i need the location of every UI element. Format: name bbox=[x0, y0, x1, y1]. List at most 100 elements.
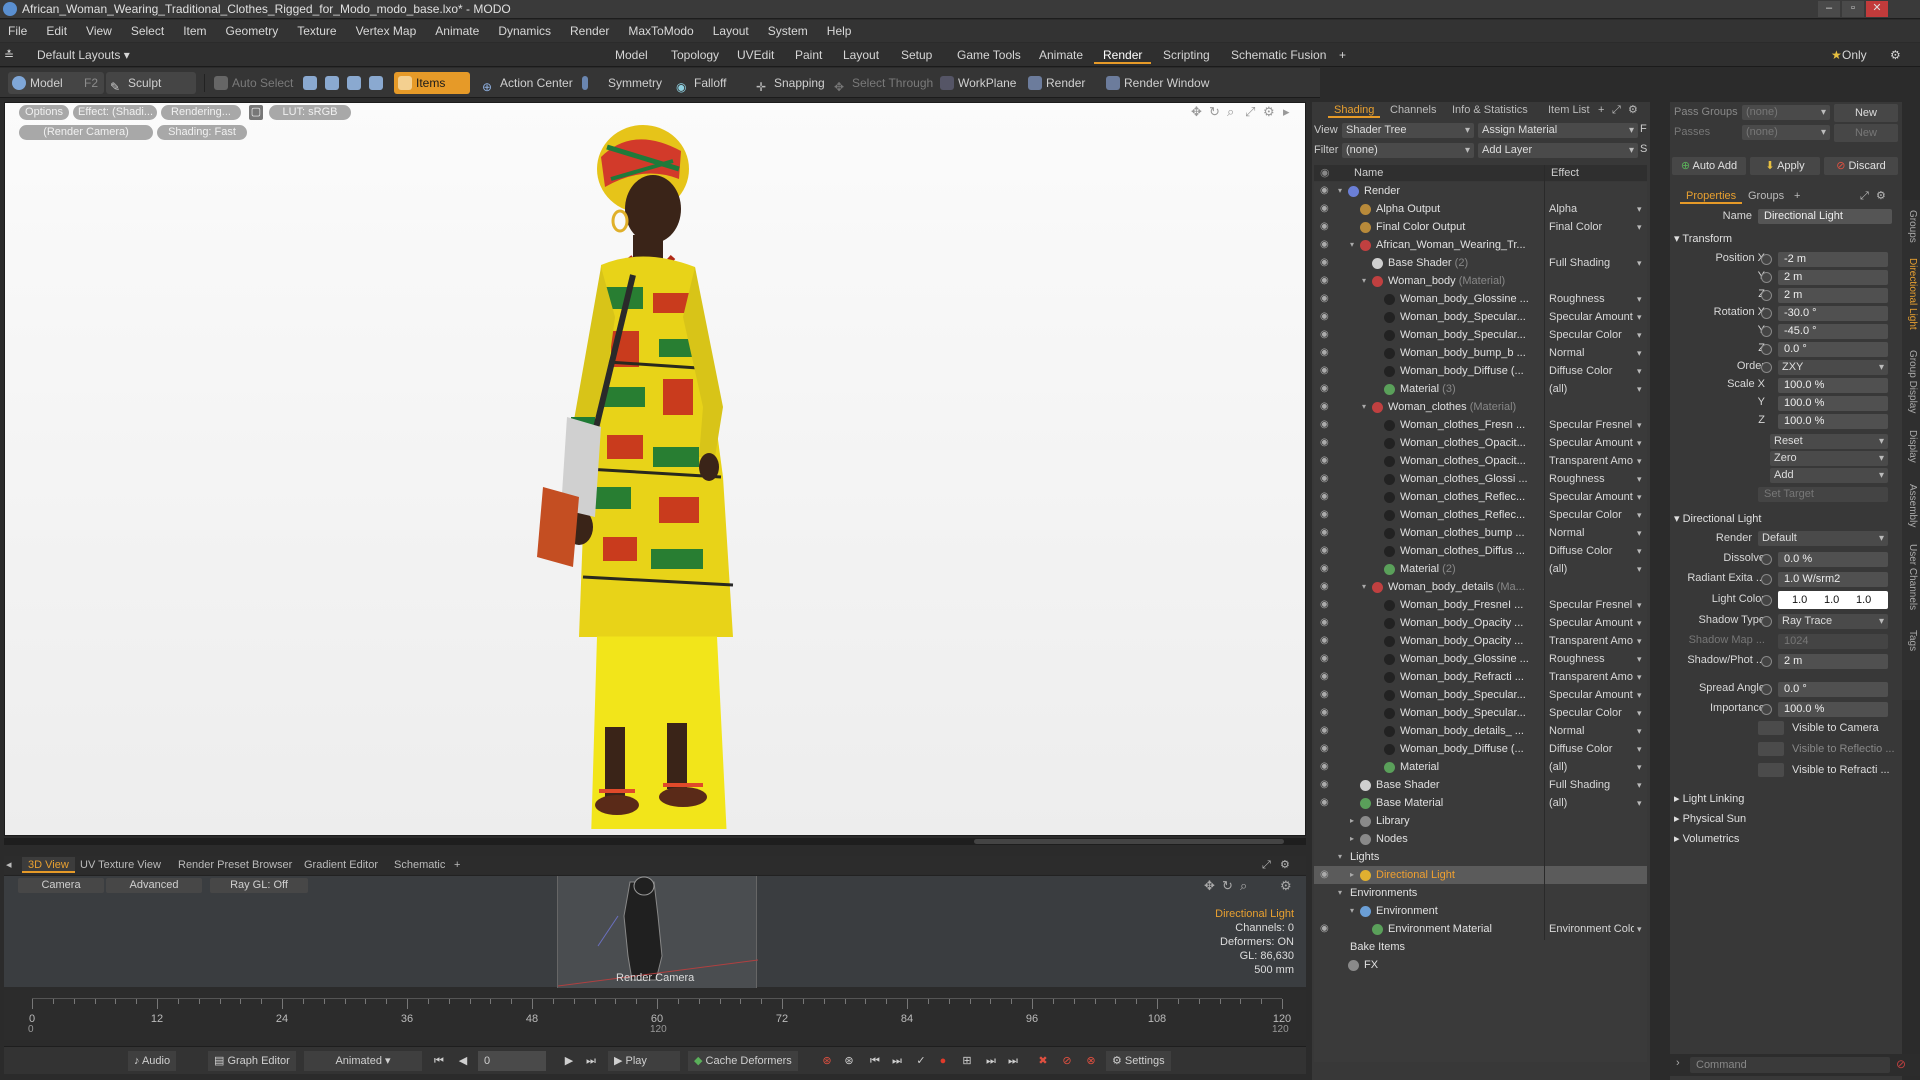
menu-layout[interactable]: Layout bbox=[713, 24, 749, 38]
viewport-camera-button[interactable]: (Render Camera) bbox=[19, 125, 153, 140]
tab-scripting[interactable]: Scripting bbox=[1154, 46, 1219, 64]
shader-tree-row[interactable]: ◉ Woman_body_Opacity ... Transparent Amo..… bbox=[1314, 632, 1647, 650]
radiant-key-dot[interactable] bbox=[1761, 574, 1772, 585]
discard-button[interactable]: ⊘ Discard bbox=[1824, 157, 1898, 175]
row-effect[interactable]: Specular Color bbox=[1549, 326, 1634, 344]
row-effect[interactable]: Final Color bbox=[1549, 218, 1634, 236]
visibility-eye-icon[interactable]: ◉ bbox=[1320, 294, 1332, 304]
row-effect[interactable]: (all) bbox=[1549, 794, 1634, 812]
viewport-options-button[interactable]: Options bbox=[19, 105, 69, 120]
visible-to-camera-checkbox[interactable] bbox=[1758, 721, 1784, 735]
mini-settings-gear-icon[interactable]: ⚙ bbox=[1280, 878, 1292, 894]
visibility-eye-icon[interactable]: ◉ bbox=[1320, 510, 1332, 520]
order-dropdown[interactable]: ZXY bbox=[1778, 360, 1888, 375]
current-frame-input[interactable]: 0 bbox=[478, 1051, 546, 1071]
shader-tree-row[interactable]: ◉ Woman_body_Opacity ... Specular Amount ▾ bbox=[1314, 614, 1647, 632]
expand-toggle-icon[interactable]: ▾ bbox=[1338, 848, 1342, 866]
tab-schematic[interactable]: Schematic bbox=[388, 857, 451, 873]
snapping-button[interactable]: ✛ Snapping bbox=[752, 72, 825, 94]
effect-dropdown-arrow-icon[interactable]: ▾ bbox=[1637, 416, 1642, 434]
position-z-key-dot[interactable] bbox=[1761, 290, 1772, 301]
sidetab-assembly[interactable]: Assembly bbox=[1904, 484, 1918, 527]
menu-texture[interactable]: Texture bbox=[297, 24, 336, 38]
position-y-key-dot[interactable] bbox=[1761, 272, 1772, 283]
shader-tree-row[interactable]: ◉ Woman_body_Specular... Specular Amount ▾ bbox=[1314, 686, 1647, 704]
add-props-tab-button[interactable]: + bbox=[1788, 188, 1806, 204]
tab-3d-view[interactable]: 3D View bbox=[22, 857, 75, 873]
bottom-settings-gear-icon[interactable]: ⚙ bbox=[1280, 857, 1290, 873]
row-effect[interactable]: Roughness bbox=[1549, 650, 1634, 668]
menu-view[interactable]: View bbox=[86, 24, 112, 38]
visibility-eye-icon[interactable]: ◉ bbox=[1320, 798, 1332, 808]
tab-animate[interactable]: Animate bbox=[1030, 46, 1092, 64]
effect-dropdown-arrow-icon[interactable]: ▾ bbox=[1637, 488, 1642, 506]
shader-tree-row[interactable]: ◉ Woman_clothes_Reflec... Specular Color ▾ bbox=[1314, 506, 1647, 524]
expand-toggle-icon[interactable]: ▾ bbox=[1362, 578, 1366, 596]
prev-frame-icon[interactable]: ◀ bbox=[456, 1054, 470, 1068]
importance-field[interactable]: 100.0 % bbox=[1778, 702, 1888, 717]
shader-tree-row[interactable]: ◉ Material (3) (all) ▾ bbox=[1314, 380, 1647, 398]
shader-tree-row[interactable]: ▸ Nodes bbox=[1314, 830, 1647, 848]
minimize-button[interactable]: – bbox=[1818, 1, 1840, 17]
visibility-eye-icon[interactable]: ◉ bbox=[1320, 654, 1332, 664]
visibility-eye-icon[interactable]: ◉ bbox=[1320, 204, 1332, 214]
tab-channels[interactable]: Channels bbox=[1384, 102, 1442, 118]
shader-tree-row[interactable]: ◉ Woman_body_Diffuse (... Diffuse Color ▾ bbox=[1314, 740, 1647, 758]
shader-tree-row[interactable]: ◉ Alpha Output Alpha ▾ bbox=[1314, 200, 1647, 218]
expand-toggle-icon[interactable]: ▾ bbox=[1350, 902, 1354, 920]
row-effect[interactable]: (all) bbox=[1549, 560, 1634, 578]
play-button[interactable]: ▶ Play bbox=[608, 1051, 680, 1071]
visibility-eye-icon[interactable]: ◉ bbox=[1320, 600, 1332, 610]
position-y-field[interactable]: 2 m bbox=[1778, 270, 1888, 285]
expand-toggle-icon[interactable]: ▾ bbox=[1338, 182, 1342, 200]
effect-dropdown-arrow-icon[interactable]: ▾ bbox=[1637, 254, 1642, 272]
row-effect[interactable]: Full Shading bbox=[1549, 254, 1634, 272]
tab-shading[interactable]: Shading bbox=[1328, 102, 1381, 118]
visibility-eye-icon[interactable]: ◉ bbox=[1320, 528, 1332, 538]
shader-tree-row[interactable]: ◉ Material (all) ▾ bbox=[1314, 758, 1647, 776]
menu-dynamics[interactable]: Dynamics bbox=[498, 24, 551, 38]
symmetry-button[interactable]: Symmetry bbox=[578, 72, 662, 94]
expand-toggle-icon[interactable]: ▸ bbox=[1350, 812, 1354, 830]
shader-tree-row[interactable]: ◉ ▾ Render bbox=[1314, 182, 1647, 200]
auto-add-button[interactable]: ⊕ Auto Add bbox=[1672, 157, 1746, 175]
add-dropdown[interactable]: Add bbox=[1770, 468, 1888, 483]
sculpt-mode-button[interactable]: ✎ Sculpt bbox=[106, 72, 196, 94]
visibility-eye-icon[interactable]: ◉ bbox=[1320, 276, 1332, 286]
record-icon[interactable]: ● bbox=[936, 1054, 950, 1068]
effect-dropdown-arrow-icon[interactable]: ▾ bbox=[1637, 920, 1642, 938]
effect-dropdown-arrow-icon[interactable]: ▾ bbox=[1637, 740, 1642, 758]
visibility-eye-icon[interactable]: ◉ bbox=[1320, 924, 1332, 934]
visibility-eye-icon[interactable]: ◉ bbox=[1320, 564, 1332, 574]
add-shading-tab-button[interactable]: + bbox=[1592, 102, 1610, 118]
menu-maxtomodo[interactable]: MaxToModo bbox=[628, 24, 693, 38]
visibility-eye-icon[interactable]: ◉ bbox=[1320, 672, 1332, 682]
row-effect[interactable]: Diffuse Color bbox=[1549, 542, 1634, 560]
row-effect[interactable]: Specular Color bbox=[1549, 704, 1634, 722]
effect-dropdown-arrow-icon[interactable]: ▾ bbox=[1637, 686, 1642, 704]
shader-tree-row[interactable]: ◉ Woman_body_Refracti ... Transparent Amo.… bbox=[1314, 668, 1647, 686]
shader-tree-row[interactable]: ◉ Base Material (all) ▾ bbox=[1314, 794, 1647, 812]
select-polygons-button[interactable] bbox=[344, 72, 364, 94]
bottom-maximize-icon[interactable]: ⤢ bbox=[1262, 857, 1271, 873]
viewport-lut-button[interactable]: LUT: sRGB bbox=[269, 105, 351, 120]
shader-tree-row[interactable]: ◉ Woman_body_Specular... Specular Color ▾ bbox=[1314, 326, 1647, 344]
shader-tree-row[interactable]: ◉ Woman_body_bump_b ... Normal ▾ bbox=[1314, 344, 1647, 362]
rotation-z-field[interactable]: 0.0 ° bbox=[1778, 342, 1888, 357]
expand-toggle-icon[interactable]: ▸ bbox=[1350, 830, 1354, 848]
shader-tree-row[interactable]: ▸ Library bbox=[1314, 812, 1647, 830]
effect-dropdown-arrow-icon[interactable]: ▾ bbox=[1637, 668, 1642, 686]
pass-groups-dropdown[interactable]: (none) bbox=[1742, 105, 1830, 120]
default-layouts-dropdown[interactable]: Default Layouts ▾ bbox=[28, 46, 139, 64]
effect-dropdown-arrow-icon[interactable]: ▾ bbox=[1637, 362, 1642, 380]
raygl-dropdown[interactable]: Ray GL: Off bbox=[210, 878, 308, 893]
select-through-button[interactable]: ✥ Select Through bbox=[830, 72, 933, 94]
rotation-z-key-dot[interactable] bbox=[1761, 344, 1772, 355]
effect-dropdown-arrow-icon[interactable]: ▾ bbox=[1637, 344, 1642, 362]
shader-tree-row[interactable]: FX bbox=[1314, 956, 1647, 974]
graph-editor-button[interactable]: ▤ Graph Editor bbox=[208, 1051, 296, 1071]
dissolve-key-dot[interactable] bbox=[1761, 554, 1772, 565]
effect-dropdown-arrow-icon[interactable]: ▾ bbox=[1637, 722, 1642, 740]
action-center-button[interactable]: ⊕ Action Center bbox=[478, 72, 573, 94]
reset-dropdown[interactable]: Reset bbox=[1770, 434, 1888, 449]
